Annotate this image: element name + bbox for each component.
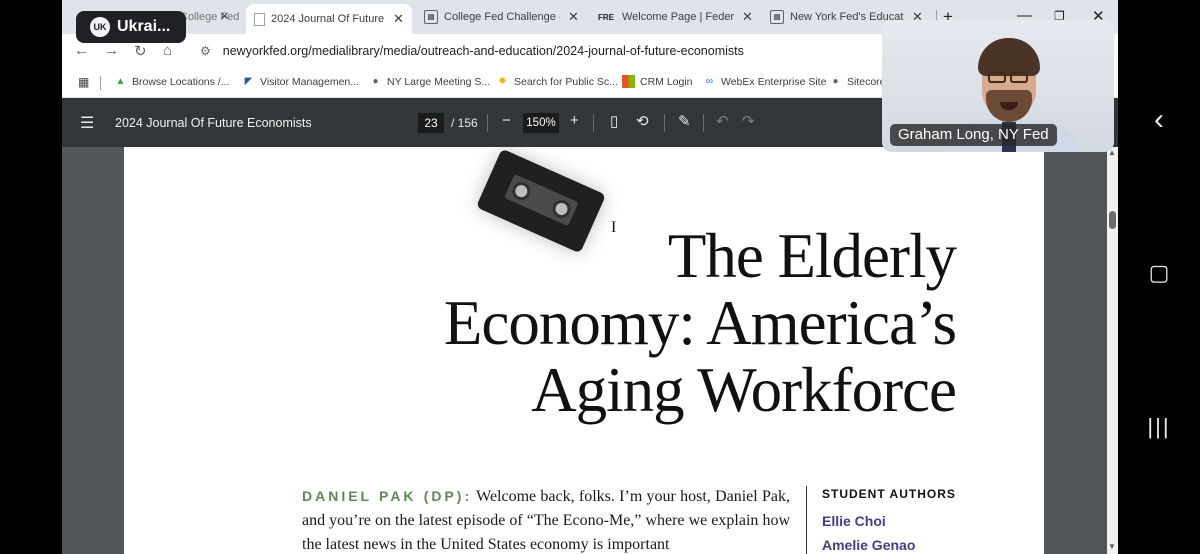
bookmark-label: CRM Login xyxy=(640,75,693,88)
headline-line: Economy: America’s xyxy=(443,288,957,358)
tab-college-fed-challenge[interactable]: College Fed Challenge xyxy=(180,5,240,29)
authors-header: STUDENT AUTHORS xyxy=(822,487,956,501)
recents-icon[interactable]: ||| xyxy=(1118,414,1200,440)
annotate-icon[interactable]: ✎ xyxy=(678,112,691,130)
pdf-icon: ▤ xyxy=(424,10,438,24)
leaf-icon: ▲ xyxy=(115,76,126,87)
glasses-lens xyxy=(1010,72,1028,83)
address-bar[interactable]: ⚙ newyorkfed.org/medialibrary/media/outr… xyxy=(192,38,892,64)
fit-page-icon[interactable]: ▯ xyxy=(610,112,618,130)
tab-close-icon[interactable]: ✕ xyxy=(220,4,229,28)
speaker-tag: DANIEL PAK (DP): xyxy=(302,488,473,504)
tape-window xyxy=(504,173,579,227)
back-chevron-icon[interactable]: ‹ xyxy=(1118,103,1200,137)
bookmark-label: WebEx Enterprise Site xyxy=(721,75,827,88)
pdf-icon: ▤ xyxy=(770,10,784,24)
headline-line: Aging Workforce xyxy=(531,355,957,425)
profile-label: Ukrai... xyxy=(117,18,171,35)
bookmark-browse-locations[interactable]: ▲ Browse Locations /... xyxy=(114,75,230,88)
author-name: Amelie Genao xyxy=(822,537,916,553)
apps-grid-icon[interactable]: ▦ xyxy=(78,75,89,89)
glasses-lens xyxy=(988,72,1006,83)
bookmark-separator xyxy=(100,76,101,90)
article-body: DANIEL PAK (DP): Welcome back, folks. I’… xyxy=(302,484,790,554)
toolbar-divider xyxy=(703,114,704,132)
globe-icon: ● xyxy=(832,76,839,87)
bookmark-sitecore[interactable]: ● Sitecore xyxy=(829,75,886,88)
bookmark-label: Sitecore xyxy=(847,75,886,88)
site-info-icon[interactable]: ⚙ xyxy=(200,44,211,58)
article-headline: The Elderly Economy: America’s Aging Wor… xyxy=(443,221,957,425)
pdf-title: 2024 Journal Of Future Economists xyxy=(115,116,312,130)
tab-close-icon[interactable]: ✕ xyxy=(568,9,579,25)
zoom-in-icon[interactable]: + xyxy=(570,112,579,129)
tab-welcome-page[interactable]: FRE Welcome Page | Federal Reserve ✕ xyxy=(596,5,754,29)
tab-title: Welcome Page | Federal Reserve xyxy=(622,11,734,23)
tab-close-icon[interactable]: ✕ xyxy=(742,9,753,25)
toolbar-divider xyxy=(593,114,594,132)
webex-icon: ∞ xyxy=(705,76,714,87)
scroll-down-icon[interactable]: ▼ xyxy=(1108,542,1116,551)
video-call-tile[interactable]: Graham Long, NY Fed xyxy=(882,20,1114,152)
student-authors: STUDENT AUTHORS Ellie Choi Amelie Genao xyxy=(822,487,956,554)
bookmark-label: Search for Public Sc... xyxy=(514,75,618,88)
tab-close-icon[interactable]: ✕ xyxy=(393,11,404,27)
sun-icon: ✹ xyxy=(498,76,507,87)
author-name: Ellie Choi xyxy=(822,513,886,529)
participant-name-label: Graham Long, NY Fed xyxy=(890,124,1057,146)
url-text[interactable]: newyorkfed.org/medialibrary/media/outrea… xyxy=(223,44,744,58)
document-icon xyxy=(254,12,265,26)
bookmark-label: Browse Locations /... xyxy=(132,75,230,88)
tab-college-fed-challenge-2[interactable]: ▤ College Fed Challenge - Federal Reserv… xyxy=(424,5,582,29)
screen: College Fed Challenge ✕ 2024 Journal Of … xyxy=(0,0,1200,554)
home-icon[interactable]: ⌂ xyxy=(163,42,172,59)
redo-icon[interactable]: ↷ xyxy=(742,112,755,130)
flag-icon: ◤ xyxy=(244,76,253,87)
forward-icon[interactable]: → xyxy=(104,42,119,59)
zoom-input[interactable]: 150% xyxy=(523,113,559,133)
tab-title: College Fed Challenge xyxy=(180,11,240,23)
bookmark-ny-large-meeting[interactable]: ● NY Large Meeting S... xyxy=(369,75,490,88)
toolbar-divider xyxy=(664,114,665,132)
hamburger-icon[interactable]: ☰ xyxy=(80,113,94,133)
bookmark-label: NY Large Meeting S... xyxy=(387,75,491,88)
pdf-scrollbar[interactable]: ▲ ▼ xyxy=(1107,147,1118,554)
headline-line: The Elderly xyxy=(667,221,957,291)
tab-title: 2024 Journal Of Future Economists xyxy=(271,13,385,25)
bookmark-search-public[interactable]: ✹ Search for Public Sc... xyxy=(496,75,618,88)
page-total: / 156 xyxy=(451,116,478,130)
pdf-viewport[interactable]: I The Elderly Economy: America’s Aging W… xyxy=(62,147,1107,554)
undo-icon[interactable]: ↶ xyxy=(716,112,729,130)
rotate-icon[interactable]: ⟲ xyxy=(636,112,649,130)
back-icon[interactable]: ← xyxy=(74,42,89,59)
profile-avatar: UK xyxy=(90,17,110,37)
profile-chip[interactable]: UK Ukrai... xyxy=(76,11,186,43)
home-square-icon[interactable]: ▢ xyxy=(1118,260,1200,286)
reload-icon[interactable]: ↻ xyxy=(134,42,147,60)
bookmark-label: Visitor Managemen... xyxy=(260,75,360,88)
page-number-input[interactable]: 23 xyxy=(418,113,444,133)
bookmark-webex[interactable]: ∞ WebEx Enterprise Site xyxy=(703,75,827,88)
tab-journal[interactable]: 2024 Journal Of Future Economists ✕ xyxy=(246,4,412,34)
participant-hair xyxy=(978,38,1040,76)
android-nav-bar: ‹ ▢ ||| xyxy=(1118,0,1200,554)
toolbar-divider xyxy=(487,114,488,132)
column-divider xyxy=(806,486,807,554)
bookmark-crm-login[interactable]: CRM Login xyxy=(622,75,693,88)
globe-icon: ● xyxy=(372,76,379,87)
bookmark-visitor-management[interactable]: ◤ Visitor Managemen... xyxy=(242,75,359,88)
zoom-out-icon[interactable]: − xyxy=(502,112,511,129)
tab-title: College Fed Challenge - Federal Reserve xyxy=(444,11,560,23)
microsoft-icon xyxy=(622,75,635,88)
scrollbar-thumb[interactable] xyxy=(1109,211,1116,229)
pdf-page: I The Elderly Economy: America’s Aging W… xyxy=(124,147,1044,554)
fre-favicon-icon: FRE xyxy=(598,12,614,22)
